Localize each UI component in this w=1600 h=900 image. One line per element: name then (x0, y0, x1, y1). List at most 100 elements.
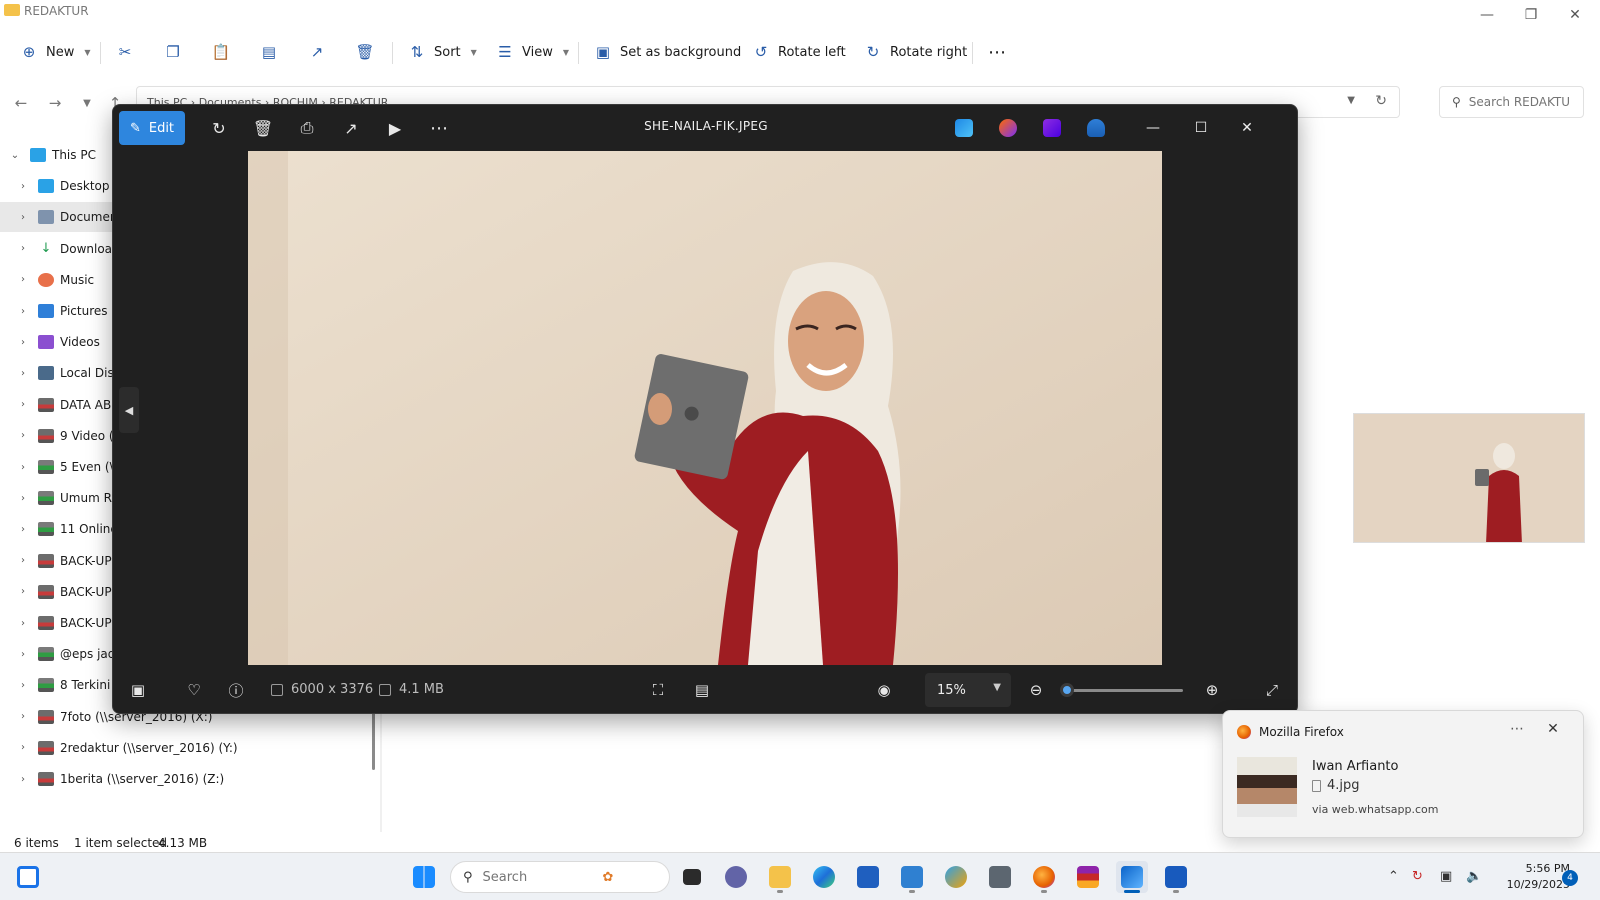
notification-close-button[interactable]: ✕ (1541, 721, 1565, 737)
chevron-right-icon[interactable]: › (16, 649, 30, 660)
clipchamp-icon[interactable] (1043, 119, 1061, 137)
viewer-maximize-button[interactable]: ☐ (1179, 113, 1223, 143)
taskbar-search[interactable]: ⚲ ✿ (450, 861, 670, 893)
more-options-button[interactable]: ⋯ (988, 36, 1006, 68)
chevron-right-icon[interactable]: › (16, 306, 30, 317)
new-button[interactable]: ⊕ New ▼ (20, 36, 91, 68)
edge-button[interactable] (808, 861, 840, 893)
explorer-search-box[interactable]: ⚲ (1439, 86, 1584, 118)
notification-badge[interactable]: 4 (1562, 870, 1578, 886)
sync-icon[interactable]: ↻ (1412, 869, 1423, 884)
text-extract-button[interactable]: ▤ (687, 675, 717, 705)
search-icon: ⚲ (463, 869, 473, 885)
chevron-right-icon[interactable]: › (16, 212, 30, 223)
calculator-button[interactable] (984, 861, 1016, 893)
rename-icon: ▤ (261, 43, 277, 61)
widgets-button[interactable] (12, 861, 44, 893)
view-button[interactable]: ☰ View ▼ (496, 36, 569, 68)
zoom-slider[interactable] (1059, 683, 1183, 697)
previous-photo-button[interactable]: ◀ (119, 387, 139, 433)
notification-sender: Iwan Arfianto (1312, 759, 1399, 774)
chevron-right-icon[interactable]: › (16, 618, 30, 629)
share-button[interactable]: ↗ (308, 36, 326, 68)
chevron-right-icon[interactable]: › (16, 368, 30, 379)
zoom-level-dropdown[interactable]: 15% ▼ (925, 673, 1011, 707)
forward-button[interactable]: → (44, 92, 66, 114)
taskbar-search-input[interactable] (482, 869, 593, 885)
delete-button[interactable]: 🗑 (355, 36, 374, 68)
rotate-right-button[interactable]: ↻ Rotate right (864, 36, 968, 68)
zoom-slider-thumb[interactable] (1059, 683, 1074, 697)
drive-icon (38, 647, 54, 662)
notification-more-button[interactable]: ⋯ (1505, 721, 1529, 737)
network-icon[interactable]: ▣ (1440, 869, 1452, 884)
filmstrip-button[interactable]: ▣ (123, 675, 153, 705)
start-button[interactable] (408, 861, 440, 893)
favorite-button[interactable]: ♡ (179, 675, 209, 705)
close-button[interactable]: ✕ (1552, 2, 1598, 28)
notification-source: via web.whatsapp.com (1312, 803, 1439, 816)
chevron-right-icon[interactable]: › (16, 399, 30, 410)
notification-toast[interactable]: Mozilla Firefox ⋯ ✕ Iwan Arfianto 4.jpg … (1222, 710, 1584, 838)
chevron-right-icon[interactable]: › (16, 493, 30, 504)
chat-app-button[interactable] (720, 861, 752, 893)
actual-size-button[interactable]: ◉ (869, 675, 899, 705)
chevron-right-icon[interactable]: › (16, 555, 30, 566)
fullscreen-button[interactable]: ⤢ (1257, 675, 1287, 705)
viewer-minimize-button[interactable]: — (1131, 113, 1175, 143)
designer-icon[interactable] (999, 119, 1017, 137)
zoom-out-button[interactable]: ⊖ (1021, 675, 1051, 705)
address-dropdown-icon[interactable]: ▼ (1347, 95, 1355, 106)
minimize-button[interactable]: — (1464, 2, 1510, 28)
cut-button[interactable]: ✂ (116, 36, 134, 68)
system-clock[interactable]: 5:56 PM 10/29/2025 (1480, 861, 1570, 893)
restore-button[interactable]: ❐ (1508, 2, 1554, 28)
rotate-left-button[interactable]: ↺ Rotate left (752, 36, 846, 68)
chevron-right-icon[interactable]: › (16, 337, 30, 348)
copy-button[interactable]: ❐ (164, 36, 182, 68)
onedrive-icon[interactable] (1087, 119, 1105, 137)
recent-locations-button[interactable]: ▼ (76, 92, 98, 114)
photo-editor-icon[interactable] (955, 119, 973, 137)
chevron-right-icon[interactable]: › (16, 462, 30, 473)
file-info-button[interactable]: ⓘ (221, 675, 251, 705)
notepad-button[interactable] (896, 861, 928, 893)
explorer-search-input[interactable] (1468, 95, 1569, 109)
show-hidden-icons-button[interactable]: ⌃ (1388, 869, 1399, 884)
zoom-in-button[interactable]: ⊕ (1197, 675, 1227, 705)
word-button[interactable] (1160, 861, 1192, 893)
network-app-button[interactable] (940, 861, 972, 893)
chevron-right-icon[interactable]: › (16, 742, 30, 753)
viewer-close-button[interactable]: ✕ (1225, 113, 1269, 143)
nav-item-label: Videos (60, 335, 100, 350)
task-view-button[interactable] (676, 861, 708, 893)
pc-icon (30, 148, 46, 162)
chevron-right-icon[interactable]: › (16, 524, 30, 535)
set-as-background-button[interactable]: ▣ Set as background (594, 36, 741, 68)
chevron-right-icon[interactable]: › (16, 680, 30, 691)
chevron-right-icon[interactable]: › (16, 274, 30, 285)
chevron-right-icon[interactable]: › (16, 586, 30, 597)
chevron-right-icon[interactable]: › (16, 711, 30, 722)
store-button[interactable] (852, 861, 884, 893)
sort-button[interactable]: ⇅ Sort ▼ (408, 36, 477, 68)
nav-item[interactable]: › 1berita (\\server_2016) (Z:) (0, 764, 372, 794)
chevron-right-icon[interactable]: › (16, 430, 30, 441)
chevron-right-icon[interactable]: › (16, 181, 30, 192)
firefox-button[interactable] (1028, 861, 1060, 893)
chevron-right-icon[interactable]: › (16, 774, 30, 785)
photos-viewer-window: ✎ Edit ↻ 🗑 ⎙ ↗ ▶ ⋯ SHE-NAILA-FIK.JPEG — … (112, 104, 1298, 714)
rename-button[interactable]: ▤ (260, 36, 278, 68)
archive-app-button[interactable] (1072, 861, 1104, 893)
back-button[interactable]: ← (10, 92, 32, 114)
paste-button[interactable]: 📋 (212, 36, 231, 68)
visual-search-button[interactable]: ⛶ (643, 675, 673, 705)
refresh-icon[interactable]: ↻ (1375, 93, 1387, 109)
nav-item[interactable]: › 2redaktur (\\server_2016) (Y:) (0, 733, 372, 763)
copy-icon: ❐ (166, 43, 180, 61)
chevron-down-icon[interactable]: ⌄ (8, 150, 22, 161)
photos-button[interactable] (1116, 861, 1148, 893)
chevron-right-icon[interactable]: › (16, 243, 30, 254)
file-explorer-taskbar-button[interactable] (764, 861, 796, 893)
running-indicator (777, 890, 783, 893)
